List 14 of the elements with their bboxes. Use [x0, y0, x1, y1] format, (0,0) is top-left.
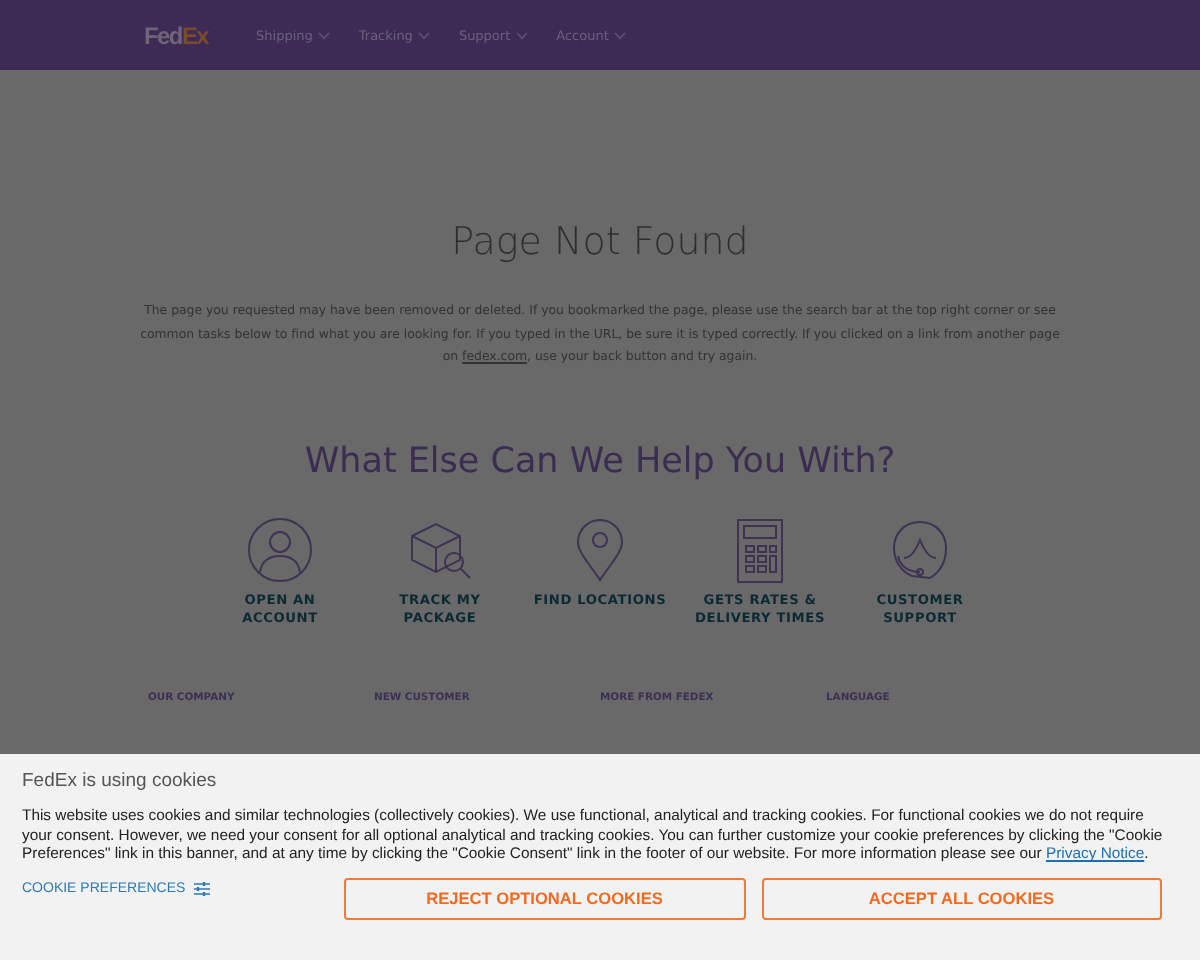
chevron-down-icon [318, 31, 331, 39]
chevron-down-icon [614, 31, 627, 39]
cookie-button[interactable]: REJECT OPTIONAL COOKIES [343, 877, 745, 920]
sliders-icon [193, 881, 210, 896]
cookie-button[interactable]: ACCEPT ALL COOKIES [761, 877, 1163, 920]
fedex-logo[interactable]: FedEx [144, 21, 209, 49]
banner-title: FedEx is using cookies [22, 770, 219, 792]
page-title: Page Not Found [451, 220, 749, 264]
help-heading: What Else Can We Help You With? [304, 441, 896, 481]
headset-person-icon [888, 517, 952, 583]
chevron-down-icon [418, 31, 431, 39]
chevron-down-icon [516, 31, 529, 39]
person-icon [248, 517, 312, 583]
package-search-icon [408, 517, 472, 583]
